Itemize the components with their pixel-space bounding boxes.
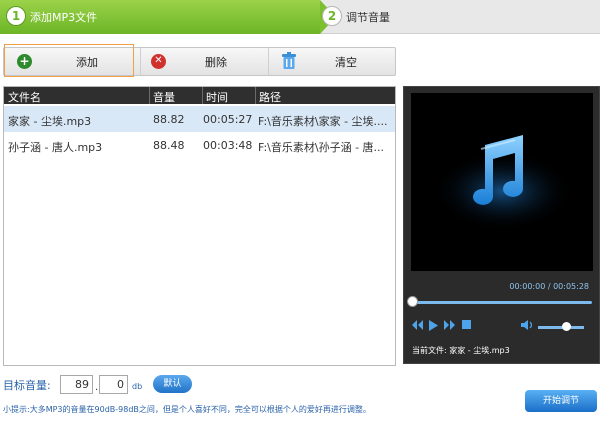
delete-button-label: 删除 (205, 56, 227, 69)
delete-button[interactable]: ✕ 删除 (140, 48, 268, 75)
file-toolbar: + 添加 ✕ 删除 清空 (3, 44, 396, 77)
tip-text: 小提示:大多MP3的音量在90dB-98dB之间，但是个人喜好不同，完全可以根据… (3, 405, 371, 414)
col-path-header[interactable]: 路径 (259, 89, 281, 105)
cell-time: 00:03:48 (203, 139, 253, 152)
close-circle-icon: ✕ (151, 54, 166, 69)
target-volume-label: 目标音量: (3, 379, 51, 392)
play-icon[interactable] (429, 320, 438, 331)
cell-path: F:\音乐素材\孙子涵 - 唐... (258, 141, 385, 154)
column-divider (149, 87, 150, 104)
cell-volume: 88.48 (153, 139, 185, 152)
column-divider (255, 87, 256, 104)
now-playing: 当前文件: 家家 - 尘埃.mp3 (412, 346, 510, 355)
file-table: 文件名 音量 时间 路径 家家 - 尘埃.mp3 88.82 00:05:27 … (3, 86, 396, 366)
column-divider (202, 87, 203, 104)
speaker-icon[interactable] (521, 320, 534, 330)
fast-forward-icon[interactable] (444, 320, 455, 330)
cell-time: 00:05:27 (203, 113, 253, 126)
add-button[interactable]: + 添加 (4, 44, 134, 77)
step-1-active: 1 添加MP3文件 (0, 0, 336, 34)
col-volume-header[interactable]: 音量 (153, 89, 175, 105)
step-1-label: 添加MP3文件 (30, 11, 98, 24)
start-adjust-button[interactable]: 开始调节 (525, 390, 597, 412)
stop-icon[interactable] (462, 320, 471, 329)
cell-volume: 88.82 (153, 113, 185, 126)
decimal-point: . (95, 382, 99, 393)
cell-path: F:\音乐素材\家家 - 尘埃.... (258, 115, 388, 128)
col-time-header[interactable]: 时间 (206, 89, 228, 105)
seek-bar[interactable] (412, 301, 592, 304)
media-player: 00:00:00 / 00:05:28 当前文件: 家家 - 尘埃.mp3 (403, 86, 600, 364)
volume-handle[interactable] (561, 322, 571, 331)
add-button-label: 添加 (76, 56, 98, 69)
music-note-icon (433, 135, 573, 231)
clear-button-label: 清空 (335, 56, 357, 69)
default-button[interactable]: 默认 (153, 375, 192, 393)
table-header: 文件名 音量 时间 路径 (4, 87, 395, 104)
step-1-number: 1 (6, 6, 26, 26)
target-volume-integer-input[interactable] (60, 375, 93, 394)
db-unit: db (132, 382, 143, 391)
plus-icon: + (17, 54, 32, 69)
step-header: 1 添加MP3文件 2 调节音量 (0, 0, 600, 34)
rewind-icon[interactable] (412, 320, 423, 330)
cell-filename: 家家 - 尘埃.mp3 (8, 115, 92, 128)
clear-button[interactable]: 清空 (268, 48, 396, 75)
table-row[interactable]: 孙子涵 - 唐人.mp3 88.48 00:03:48 F:\音乐素材\孙子涵 … (4, 132, 395, 158)
trash-icon (282, 52, 296, 69)
step-2-label: 调节音量 (346, 11, 390, 24)
target-volume-decimal-input[interactable] (99, 375, 128, 394)
cell-filename: 孙子涵 - 唐人.mp3 (8, 141, 103, 154)
col-filename-header[interactable]: 文件名 (8, 89, 41, 105)
video-display (411, 93, 593, 271)
timecode: 00:00:00 / 00:05:28 (509, 282, 589, 291)
table-row[interactable]: 家家 - 尘埃.mp3 88.82 00:05:27 F:\音乐素材\家家 - … (4, 106, 395, 132)
step-2-number: 2 (322, 6, 342, 26)
seek-handle[interactable] (407, 296, 418, 307)
